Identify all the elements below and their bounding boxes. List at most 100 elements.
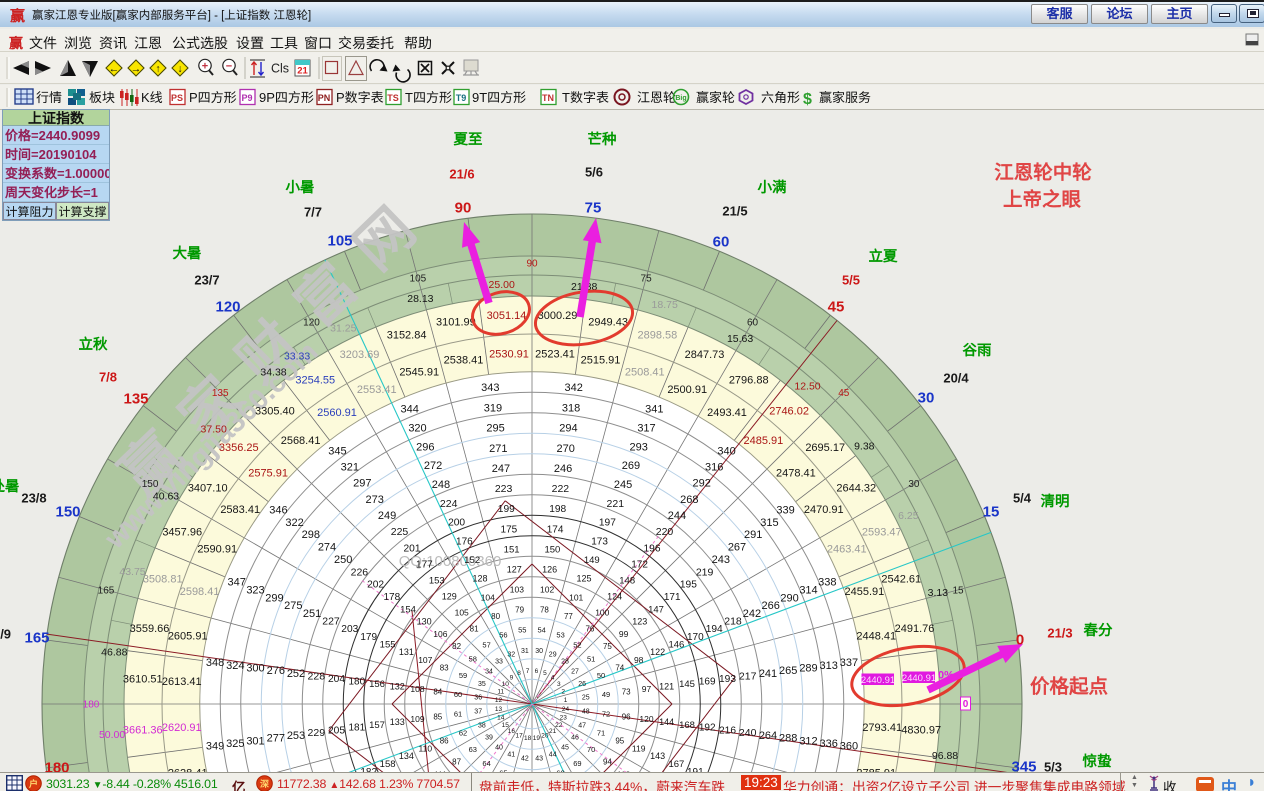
svg-text:98: 98: [634, 655, 644, 665]
svg-text:33: 33: [495, 659, 503, 666]
svg-text:7/7: 7/7: [304, 205, 322, 220]
svg-text:293: 293: [630, 441, 648, 453]
svg-text:74: 74: [615, 664, 624, 673]
svg-text:58: 58: [469, 654, 477, 663]
svg-text:5/6: 5/6: [585, 165, 603, 180]
svg-text:32: 32: [507, 651, 515, 658]
svg-text:赢家服务: 赢家服务: [819, 90, 871, 105]
svg-text:218: 218: [724, 616, 742, 628]
svg-text:181: 181: [348, 723, 365, 734]
svg-text:150: 150: [142, 479, 159, 490]
svg-text:2500.91: 2500.91: [667, 384, 707, 396]
svg-text:惊蛰: 惊蛰: [1083, 753, 1112, 770]
svg-text:220: 220: [656, 526, 674, 538]
svg-text:265: 265: [779, 665, 797, 677]
svg-text:102: 102: [540, 585, 554, 595]
svg-text:200: 200: [448, 518, 465, 529]
svg-text:户: 户: [28, 779, 38, 789]
svg-text:76: 76: [585, 625, 594, 634]
svg-text:64: 64: [482, 759, 490, 768]
svg-text:81: 81: [470, 625, 479, 634]
svg-text:+: +: [202, 61, 208, 73]
svg-text:T四方形: T四方形: [405, 90, 452, 105]
svg-text:90: 90: [526, 259, 538, 270]
svg-text:54: 54: [538, 626, 546, 635]
svg-text:125: 125: [576, 574, 591, 584]
svg-text:0: 0: [1016, 631, 1024, 648]
svg-text:97: 97: [642, 684, 652, 694]
svg-text:谷雨: 谷雨: [963, 342, 992, 359]
svg-text:18.75: 18.75: [652, 299, 678, 311]
svg-text:289: 289: [799, 663, 817, 675]
svg-text:173: 173: [591, 536, 608, 547]
svg-text:2553.41: 2553.41: [357, 384, 397, 396]
svg-text:PN: PN: [318, 93, 331, 103]
svg-text:2455.91: 2455.91: [845, 586, 885, 598]
svg-text:105: 105: [410, 274, 427, 285]
svg-text:217: 217: [739, 670, 757, 682]
svg-text:248: 248: [432, 479, 450, 491]
svg-text:7/8: 7/8: [99, 370, 117, 385]
svg-text:315: 315: [760, 517, 778, 529]
svg-text:119: 119: [632, 743, 646, 753]
svg-text:六角形: 六角形: [761, 90, 800, 105]
svg-text:178: 178: [383, 592, 400, 603]
svg-text:21/6: 21/6: [449, 167, 474, 182]
svg-text:143: 143: [650, 751, 665, 761]
svg-text:270: 270: [557, 443, 575, 455]
svg-text:295: 295: [486, 423, 504, 435]
svg-text:291: 291: [744, 529, 762, 541]
svg-text:104: 104: [481, 592, 495, 602]
svg-text:75: 75: [585, 199, 602, 216]
svg-text:27: 27: [571, 669, 579, 676]
svg-text:193: 193: [719, 674, 736, 685]
svg-text:199: 199: [498, 504, 515, 515]
svg-text:169: 169: [699, 677, 716, 688]
svg-text:34.38: 34.38: [260, 367, 286, 379]
svg-text:120: 120: [215, 298, 240, 315]
svg-text:349: 349: [206, 741, 224, 753]
svg-text:344: 344: [401, 404, 419, 416]
svg-text:55: 55: [518, 626, 526, 635]
svg-text:312: 312: [799, 735, 817, 747]
svg-text:3000.29: 3000.29: [538, 310, 578, 322]
svg-text:204: 204: [328, 674, 345, 685]
svg-text:144: 144: [659, 717, 674, 727]
svg-text:60: 60: [454, 690, 462, 699]
svg-text:30: 30: [535, 648, 543, 655]
svg-text:23/8: 23/8: [21, 491, 46, 506]
svg-text:151: 151: [504, 544, 520, 555]
svg-text:0: 0: [963, 699, 969, 710]
svg-text:6: 6: [535, 668, 539, 675]
svg-text:2746.02: 2746.02: [769, 406, 809, 418]
svg-text:133: 133: [390, 717, 405, 727]
svg-text:5/5: 5/5: [842, 273, 860, 288]
svg-text:223: 223: [495, 483, 513, 495]
svg-text:110: 110: [419, 743, 433, 753]
svg-text:69: 69: [573, 759, 581, 768]
svg-text:103: 103: [510, 585, 524, 595]
svg-text:15.63: 15.63: [727, 333, 753, 345]
svg-text:165: 165: [98, 586, 115, 597]
svg-text:268: 268: [680, 494, 698, 506]
svg-text:150: 150: [55, 503, 80, 520]
svg-text:339: 339: [776, 504, 794, 516]
svg-text:290: 290: [780, 592, 798, 604]
svg-text:168: 168: [679, 720, 695, 731]
svg-text:348: 348: [206, 657, 224, 669]
svg-text:132: 132: [390, 682, 405, 692]
svg-text:60: 60: [747, 318, 759, 329]
svg-text:价格起点: 价格起点: [1030, 676, 1109, 698]
svg-text:9P四方形: 9P四方形: [259, 90, 314, 105]
svg-text:清明: 清明: [1041, 493, 1070, 510]
svg-text:244: 244: [668, 510, 686, 522]
svg-text:2613.41: 2613.41: [162, 676, 202, 688]
svg-text:158: 158: [380, 759, 396, 770]
svg-text:49: 49: [602, 690, 610, 699]
svg-text:267: 267: [728, 542, 746, 554]
svg-text:31: 31: [521, 648, 529, 655]
svg-text:Cls: Cls: [271, 62, 289, 76]
svg-text:324: 324: [226, 660, 244, 672]
svg-text:165: 165: [24, 629, 49, 646]
svg-text:72: 72: [602, 709, 610, 718]
